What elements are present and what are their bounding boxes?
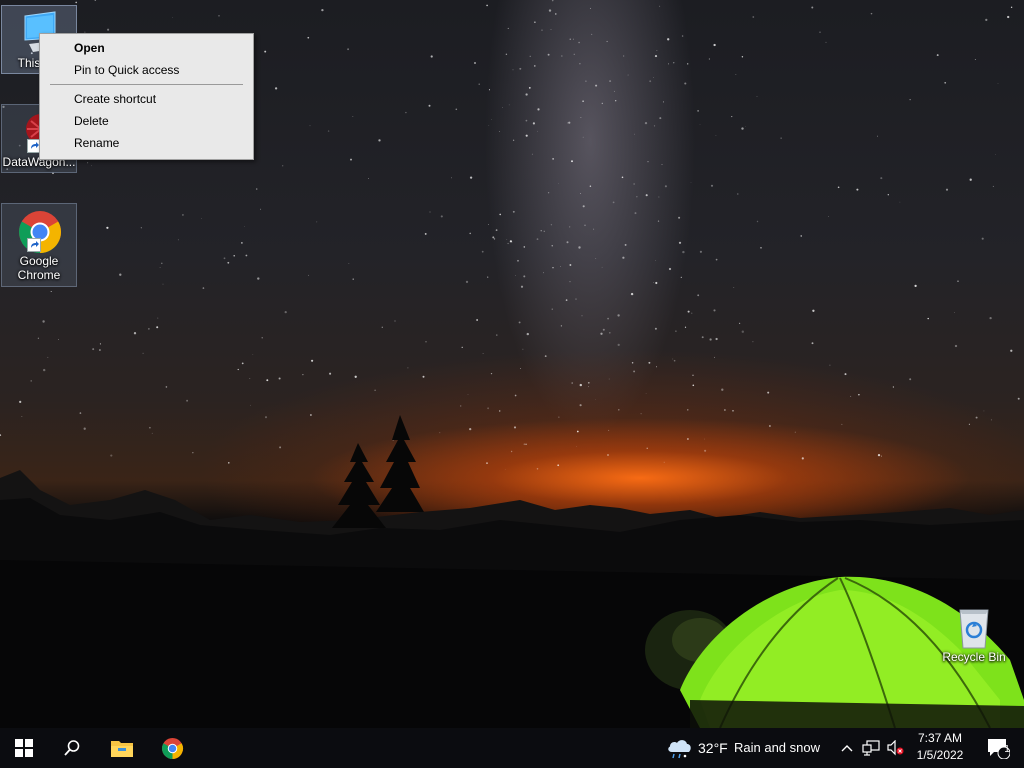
weather-widget[interactable]: 32°F Rain and snow [664,728,834,768]
network-icon [862,740,880,756]
desktop-icon-recycle-bin[interactable]: Recycle Bin [936,600,1012,670]
menu-separator [50,84,243,85]
cloud-rain-snow-icon [668,740,691,759]
taskbar-file-explorer[interactable] [98,728,146,768]
clock-date: 1/5/2022 [916,748,964,762]
menu-item-open[interactable]: Open [40,37,253,59]
volume-muted-icon [887,740,904,756]
file-explorer-icon [111,741,133,757]
chrome-icon [15,208,63,254]
show-hidden-icons-button[interactable] [838,728,856,768]
taskbar-clock[interactable]: 7:37 AM 1/5/2022 [908,730,972,764]
recycle-bin-icon [950,604,998,649]
menu-item-create-shortcut[interactable]: Create shortcut [40,88,253,110]
menu-item-delete[interactable]: Delete [40,110,253,132]
desktop-icon-label-line2: Chrome [17,268,61,282]
start-button[interactable] [0,728,48,768]
search-icon [64,740,80,756]
menu-item-pin-to-quick-access[interactable]: Pin to Quick access [40,59,253,81]
notification-count-badge: 1 [1004,744,1010,755]
shortcut-arrow-icon [27,238,41,252]
weather-temperature: 32°F [698,740,728,756]
context-menu: Open Pin to Quick access Create shortcut… [39,33,254,160]
desktop-icon-label: Recycle Bin [942,650,1006,664]
chevron-up-icon [841,745,853,752]
menu-item-rename[interactable]: Rename [40,132,253,154]
taskbar: 32°F Rain and snow 7:37 AM 1/5/2022 1 [0,728,1024,768]
weather-condition: Rain and snow [734,740,820,755]
chrome-icon [162,738,184,759]
action-center-button[interactable]: 1 [978,728,1018,768]
volume-button[interactable] [884,728,906,768]
windows-logo-icon [15,739,33,757]
desktop-icon-label-line1: Google [19,254,59,268]
desktop-icon-google-chrome[interactable]: Google Chrome [1,203,77,287]
network-button[interactable] [860,728,882,768]
clock-time: 7:37 AM [917,731,963,745]
taskbar-chrome[interactable] [148,728,196,768]
search-button[interactable] [48,728,96,768]
